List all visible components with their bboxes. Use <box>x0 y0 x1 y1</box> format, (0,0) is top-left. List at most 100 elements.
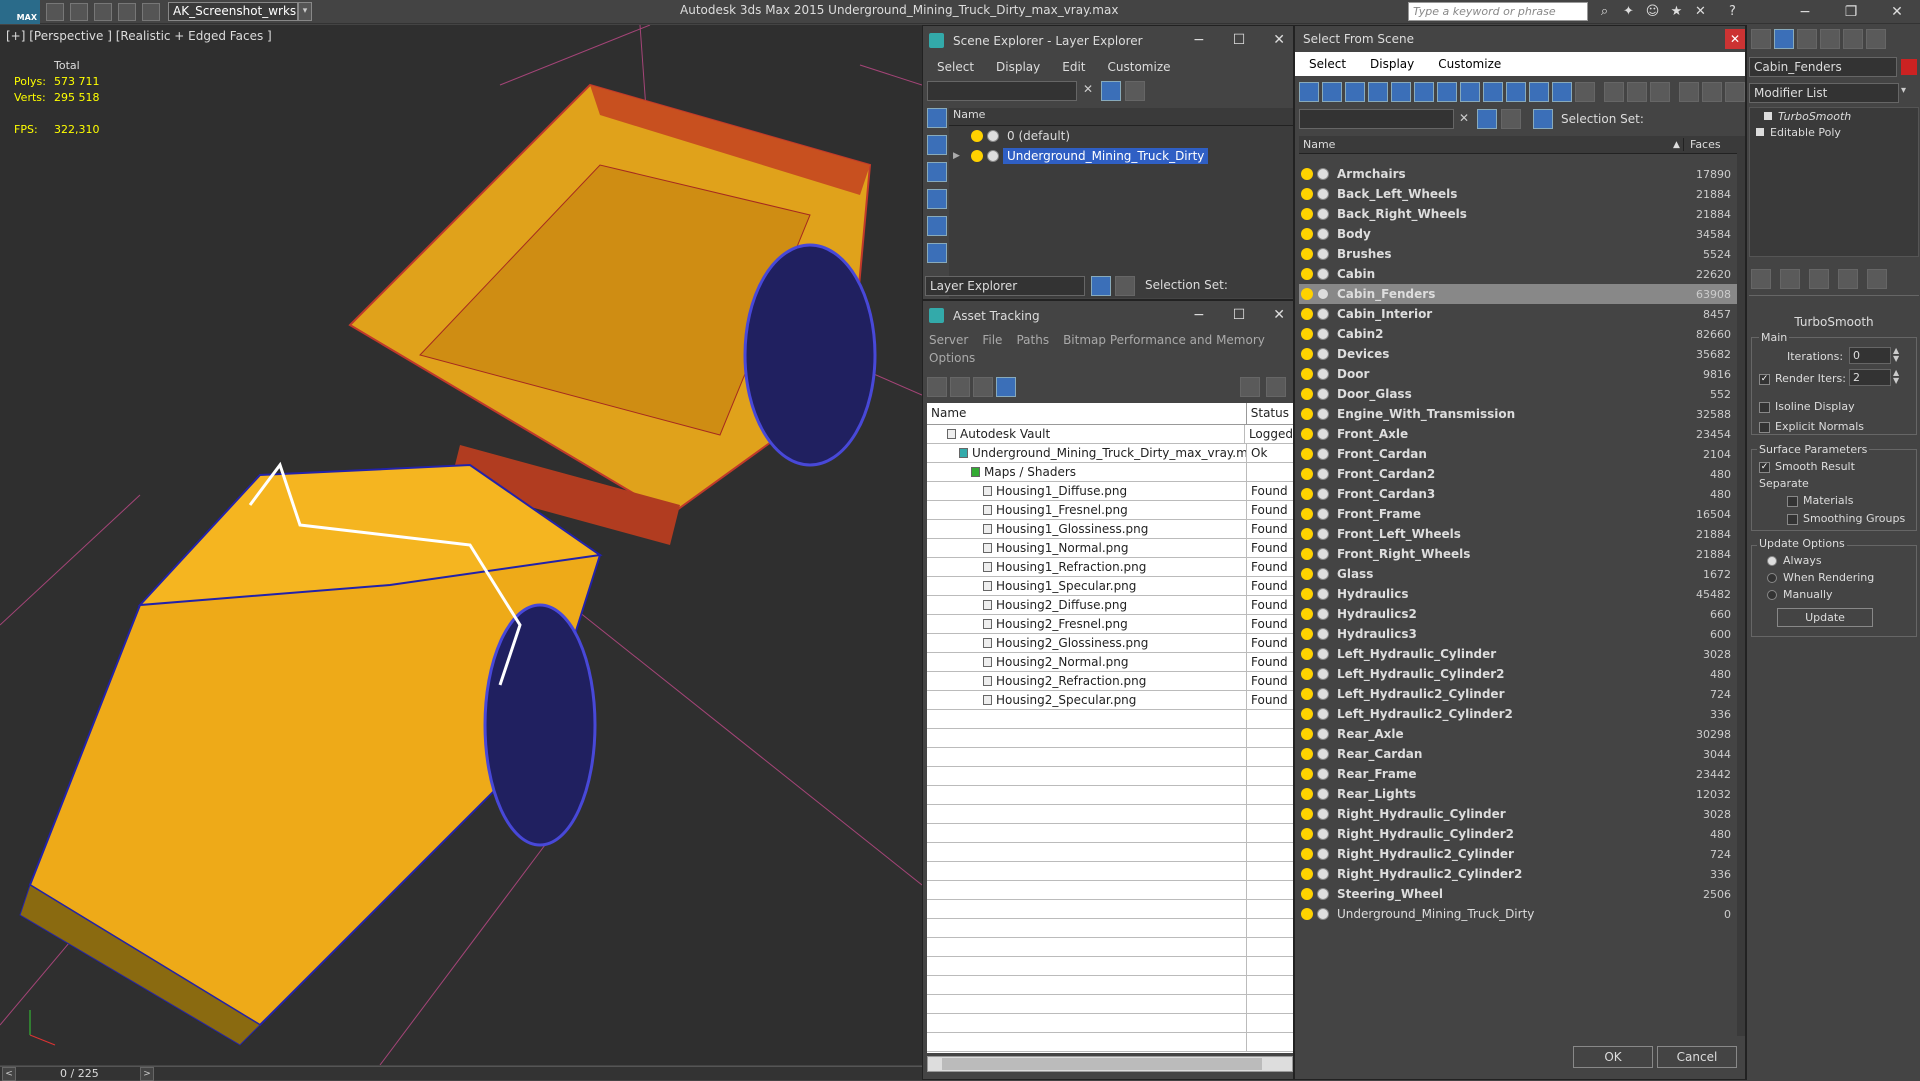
refresh-icon[interactable] <box>927 377 947 397</box>
when-rendering-radio[interactable] <box>1767 573 1777 583</box>
object-visibility-icon[interactable] <box>1301 668 1313 680</box>
object-color-swatch[interactable] <box>1901 59 1917 75</box>
display-shapes-icon[interactable] <box>927 135 947 155</box>
scene-object-row[interactable]: Steering_Wheel 2506 <box>1299 884 1737 904</box>
asset-menu-file[interactable]: File <box>982 333 1002 347</box>
scene-object-row[interactable]: Back_Left_Wheels 21884 <box>1299 184 1737 204</box>
filter-geometry-icon[interactable] <box>1299 82 1319 102</box>
object-visibility-icon[interactable] <box>1301 468 1313 480</box>
asset-menu-bitmap-performance[interactable]: Bitmap Performance and Memory <box>1063 333 1265 347</box>
asset-col-name[interactable]: Name <box>927 403 1247 424</box>
filter-options-icon[interactable] <box>1702 82 1722 102</box>
scene-object-row[interactable]: Devices 35682 <box>1299 344 1737 364</box>
object-visibility-icon[interactable] <box>1301 808 1313 820</box>
object-visibility-icon[interactable] <box>1301 368 1313 380</box>
asset-row[interactable]: Housing2_Diffuse.png Found <box>927 595 1293 615</box>
asset-horizontal-scrollbar[interactable] <box>927 1056 1293 1072</box>
asset-menu-options[interactable]: Options <box>929 351 975 365</box>
scene-object-row[interactable]: Glass 1672 <box>1299 564 1737 584</box>
scene-object-row[interactable]: Cabin_Fenders 63908 <box>1299 284 1737 304</box>
render-iters-spinner-arrows-icon[interactable]: ▲ ▼ <box>1893 369 1899 385</box>
asset-row[interactable]: Housing1_Fresnel.png Found <box>927 500 1293 520</box>
perspective-viewport[interactable]: [+] [Perspective ] [Realistic + Edged Fa… <box>0 25 922 1065</box>
motion-tab-icon[interactable] <box>1820 29 1840 49</box>
scene-object-row[interactable]: Door 9816 <box>1299 364 1737 384</box>
asset-row[interactable]: Housing1_Glossiness.png Found <box>927 519 1293 539</box>
app-logo-icon[interactable]: MAX <box>0 0 40 24</box>
table-view-icon[interactable] <box>996 377 1016 397</box>
layer-row[interactable]: 0 (default) <box>949 126 1293 146</box>
scene-object-row[interactable]: Engine_With_Transmission 32588 <box>1299 404 1737 424</box>
asset-row[interactable]: Housing2_Glossiness.png Found <box>927 633 1293 653</box>
binoculars-icon[interactable]: ⌕ <box>1596 3 1613 20</box>
workspace-dropdown[interactable]: AK_Screenshot_wrksp <box>168 2 298 21</box>
object-visibility-icon[interactable] <box>1301 588 1313 600</box>
display-cameras-icon[interactable] <box>927 189 947 209</box>
restore-icon[interactable]: ❐ <box>1828 0 1874 24</box>
object-visibility-icon[interactable] <box>1301 308 1313 320</box>
object-visibility-icon[interactable] <box>1301 528 1313 540</box>
object-visibility-icon[interactable] <box>1301 508 1313 520</box>
modifier-toggle-icon[interactable] <box>1764 112 1772 120</box>
workspace-dropdown-arrow-icon[interactable]: ▾ <box>298 2 312 21</box>
show-end-result-icon[interactable] <box>1780 269 1800 289</box>
scene-explorer-maximize-icon[interactable]: ☐ <box>1233 32 1246 48</box>
layer-tree-header[interactable]: Name <box>949 108 1293 126</box>
list-icon[interactable] <box>950 377 970 397</box>
asset-settings-icon[interactable] <box>1266 377 1286 397</box>
open-file-icon[interactable] <box>70 2 88 21</box>
object-visibility-icon[interactable] <box>1301 748 1313 760</box>
filter-groups-icon[interactable] <box>1437 82 1457 102</box>
save-file-icon[interactable] <box>94 2 112 21</box>
update-button[interactable]: Update <box>1777 608 1873 627</box>
create-tab-icon[interactable] <box>1751 29 1771 49</box>
modifier-list-arrow-icon[interactable]: ▾ <box>1901 85 1906 96</box>
scene-object-row[interactable]: Brushes 5524 <box>1299 244 1737 264</box>
asset-row[interactable]: Housing1_Diffuse.png Found <box>927 481 1293 501</box>
scene-object-row[interactable]: Armchairs 17890 <box>1299 164 1737 184</box>
object-visibility-icon[interactable] <box>1301 568 1313 580</box>
smooth-result-checkbox[interactable]: ✓ <box>1759 461 1770 473</box>
select-from-scene-close-icon[interactable]: ✕ <box>1725 29 1745 49</box>
filter-containers-icon[interactable] <box>1506 82 1526 102</box>
sfs-menu-customize[interactable]: Customize <box>1438 57 1501 71</box>
turbosmooth-rollout-title[interactable]: TurboSmooth <box>1747 315 1920 329</box>
object-visibility-icon[interactable] <box>1301 548 1313 560</box>
render-iters-spinner[interactable]: 2 <box>1849 369 1891 386</box>
sfs-col-name[interactable]: Name <box>1299 138 1673 151</box>
manually-radio[interactable] <box>1767 590 1777 600</box>
asset-row[interactable]: Maps / Shaders <box>927 462 1293 482</box>
object-visibility-icon[interactable] <box>1301 328 1313 340</box>
smoothing-groups-checkbox[interactable] <box>1787 513 1798 525</box>
scene-object-row[interactable]: Hydraulics3 600 <box>1299 624 1737 644</box>
object-visibility-icon[interactable] <box>1301 168 1313 180</box>
asset-row[interactable]: Housing2_Specular.png Found <box>927 690 1293 710</box>
scene-explorer-minimize-icon[interactable]: − <box>1193 32 1205 48</box>
filter-lights-icon[interactable] <box>1345 82 1365 102</box>
scene-object-row[interactable]: Front_Frame 16504 <box>1299 504 1737 524</box>
scene-object-row[interactable]: Right_Hydraulic2_Cylinder 724 <box>1299 844 1737 864</box>
scene-object-row[interactable]: Front_Cardan2 480 <box>1299 464 1737 484</box>
materials-checkbox[interactable] <box>1787 495 1798 507</box>
display-spacewarps-icon[interactable] <box>927 243 947 263</box>
filter-xrefs-icon[interactable] <box>1460 82 1480 102</box>
object-visibility-icon[interactable] <box>1301 488 1313 500</box>
scene-explorer-menu-display[interactable]: Display <box>996 60 1040 74</box>
select-all-icon[interactable] <box>1604 82 1624 102</box>
collapse-icon[interactable] <box>1725 82 1745 102</box>
object-visibility-icon[interactable] <box>1301 828 1313 840</box>
display-geometry-icon[interactable] <box>927 108 947 128</box>
object-visibility-icon[interactable] <box>1301 448 1313 460</box>
explicit-normals-checkbox[interactable] <box>1759 421 1770 433</box>
select-none-icon[interactable] <box>1627 82 1647 102</box>
scene-object-row[interactable]: Left_Hydraulic2_Cylinder 724 <box>1299 684 1737 704</box>
person-icon[interactable]: ☺ <box>1644 3 1661 20</box>
ok-button[interactable]: OK <box>1573 1046 1653 1068</box>
asset-menu-paths[interactable]: Paths <box>1016 333 1049 347</box>
layer-manage-icon[interactable] <box>1091 276 1111 296</box>
object-visibility-icon[interactable] <box>1301 728 1313 740</box>
scene-object-row[interactable]: Right_Hydraulic2_Cylinder2 336 <box>1299 864 1737 884</box>
object-visibility-icon[interactable] <box>1301 768 1313 780</box>
scene-object-row[interactable]: Right_Hydraulic_Cylinder2 480 <box>1299 824 1737 844</box>
scene-object-row[interactable]: Front_Left_Wheels 21884 <box>1299 524 1737 544</box>
